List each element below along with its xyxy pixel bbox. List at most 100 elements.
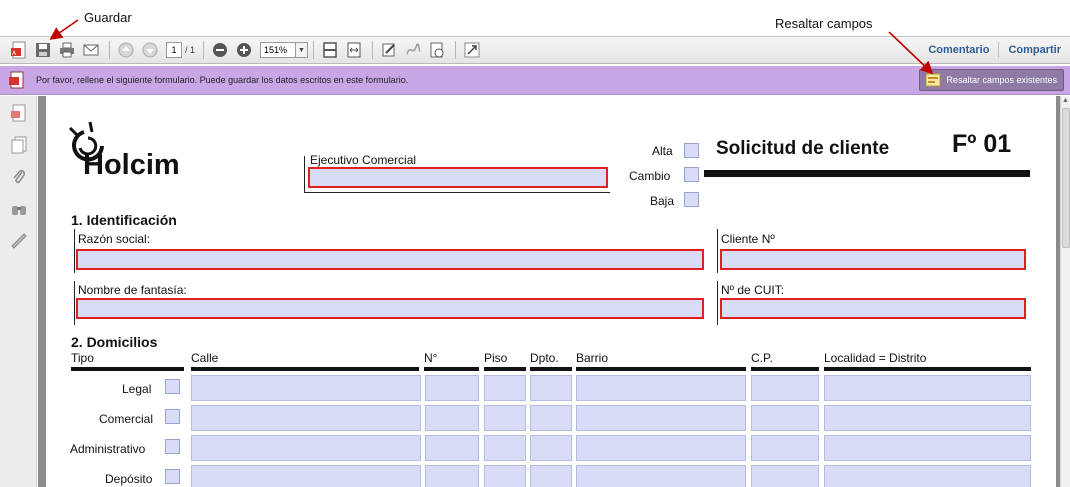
previous-page-icon[interactable] (115, 39, 137, 61)
title-underline (704, 170, 1030, 177)
highlight-fields-button[interactable]: Resaltar campos existentes (919, 69, 1064, 91)
search-binoculars-icon[interactable] (10, 200, 28, 218)
header-rule (824, 367, 1031, 371)
fit-width-icon[interactable] (343, 39, 365, 61)
row-comercial-checkbox[interactable] (165, 409, 180, 424)
pages-icon[interactable] (10, 136, 28, 154)
row-legal-checkbox[interactable] (165, 379, 180, 394)
edit-text-icon[interactable] (378, 39, 400, 61)
document-viewport: Holcim Ejecutivo Comercial Alta Cambio B… (38, 96, 1060, 487)
administrativo-calle-field[interactable] (191, 435, 421, 461)
cambio-checkbox[interactable] (684, 167, 699, 182)
toolbar-separator (313, 41, 315, 59)
razon-social-label: Razón social: (78, 232, 151, 246)
resaltar-annotation: Resaltar campos (775, 16, 873, 31)
pdf-attachment-icon[interactable] (10, 104, 28, 122)
fit-page-icon[interactable] (319, 39, 341, 61)
header-rule (576, 367, 746, 371)
legal-localidad-field[interactable] (824, 375, 1031, 401)
administrativo-localidad-field[interactable] (824, 435, 1031, 461)
page-total: / 1 (185, 45, 196, 55)
guardar-annotation: Guardar (84, 10, 132, 25)
header-rule (484, 367, 526, 371)
scroll-thumb[interactable] (1062, 108, 1070, 248)
row-administrativo-checkbox[interactable] (165, 439, 180, 454)
form-rule (304, 156, 305, 192)
cambio-label: Cambio (629, 169, 671, 183)
row-legal-label: Legal (122, 382, 152, 396)
zoom-out-icon[interactable] (209, 39, 231, 61)
deposito-barrio-field[interactable] (576, 465, 746, 487)
next-page-icon[interactable] (139, 39, 161, 61)
toolbar-separator (372, 41, 374, 59)
holcim-logo-text: Holcim (83, 149, 180, 181)
administrativo-dpto-field[interactable] (530, 435, 572, 461)
legal-piso-field[interactable] (484, 375, 526, 401)
razon-social-field[interactable] (76, 249, 704, 270)
highlight-fields-label: Resaltar campos existentes (946, 75, 1057, 85)
administrativo-piso-field[interactable] (484, 435, 526, 461)
toolbar-separator (455, 41, 457, 59)
administrativo-numero-field[interactable] (425, 435, 479, 461)
deposito-localidad-field[interactable] (824, 465, 1031, 487)
legal-calle-field[interactable] (191, 375, 421, 401)
nombre-fantasia-label: Nombre de fantasía: (78, 283, 187, 297)
col-barrio: Barrio (576, 351, 609, 365)
form-message-text: Por favor, rellene el siguiente formular… (36, 75, 409, 85)
col-numero: N° (424, 351, 438, 365)
print-icon[interactable] (56, 39, 78, 61)
col-tipo: Tipo (71, 351, 94, 365)
email-icon[interactable] (80, 39, 102, 61)
col-dpto: Dpto. (530, 351, 559, 365)
administrativo-barrio-field[interactable] (576, 435, 746, 461)
legal-numero-field[interactable] (425, 375, 479, 401)
signatures-icon[interactable] (10, 232, 28, 250)
deposito-calle-field[interactable] (191, 465, 421, 487)
form-rule (74, 229, 75, 273)
comercial-numero-field[interactable] (425, 405, 479, 431)
cliente-no-field[interactable] (720, 249, 1026, 270)
scroll-up-icon[interactable]: ▲ (1062, 97, 1069, 104)
zoom-in-icon[interactable] (233, 39, 255, 61)
toolbar: A 1 / 1 151% ▼ Comentario Compartir (0, 36, 1070, 64)
attachments-paperclip-icon[interactable] (10, 168, 28, 186)
deposito-piso-field[interactable] (484, 465, 526, 487)
col-piso: Piso (484, 351, 508, 365)
create-pdf-icon[interactable]: A (8, 39, 30, 61)
deposito-dpto-field[interactable] (530, 465, 572, 487)
legal-cp-field[interactable] (751, 375, 819, 401)
col-calle: Calle (191, 351, 219, 365)
legal-barrio-field[interactable] (576, 375, 746, 401)
row-deposito-checkbox[interactable] (165, 469, 180, 484)
deposito-numero-field[interactable] (425, 465, 479, 487)
form-page: Holcim Ejecutivo Comercial Alta Cambio B… (46, 96, 1056, 487)
zoom-level-input[interactable]: 151% (260, 42, 297, 58)
row-administrativo-label: Administrativo (70, 442, 146, 456)
comercial-localidad-field[interactable] (824, 405, 1031, 431)
section-domicilios-heading: 2. Domicilios (71, 334, 158, 350)
comment-link[interactable]: Comentario (919, 44, 998, 56)
share-link[interactable]: Compartir (999, 44, 1070, 56)
ejecutivo-field[interactable] (308, 167, 608, 188)
administrativo-cp-field[interactable] (751, 435, 819, 461)
comercial-cp-field[interactable] (751, 405, 819, 431)
comercial-calle-field[interactable] (191, 405, 421, 431)
alta-checkbox[interactable] (684, 143, 699, 158)
deposito-cp-field[interactable] (751, 465, 819, 487)
baja-checkbox[interactable] (684, 192, 699, 207)
form-message-bar: Por favor, rellene el siguiente formular… (0, 66, 1070, 95)
save-icon[interactable] (32, 39, 54, 61)
page-number-input[interactable]: 1 (166, 42, 182, 58)
cuit-field[interactable] (720, 298, 1026, 319)
vertical-scrollbar[interactable]: ▲ (1060, 96, 1070, 487)
nombre-fantasia-field[interactable] (76, 298, 704, 319)
header-rule (751, 367, 819, 371)
stamp-icon[interactable] (426, 39, 448, 61)
zoom-dropdown-icon[interactable]: ▼ (296, 42, 309, 58)
comercial-dpto-field[interactable] (530, 405, 572, 431)
comercial-piso-field[interactable] (484, 405, 526, 431)
comercial-barrio-field[interactable] (576, 405, 746, 431)
fullscreen-icon[interactable] (461, 39, 483, 61)
sign-icon[interactable] (402, 39, 424, 61)
legal-dpto-field[interactable] (530, 375, 572, 401)
